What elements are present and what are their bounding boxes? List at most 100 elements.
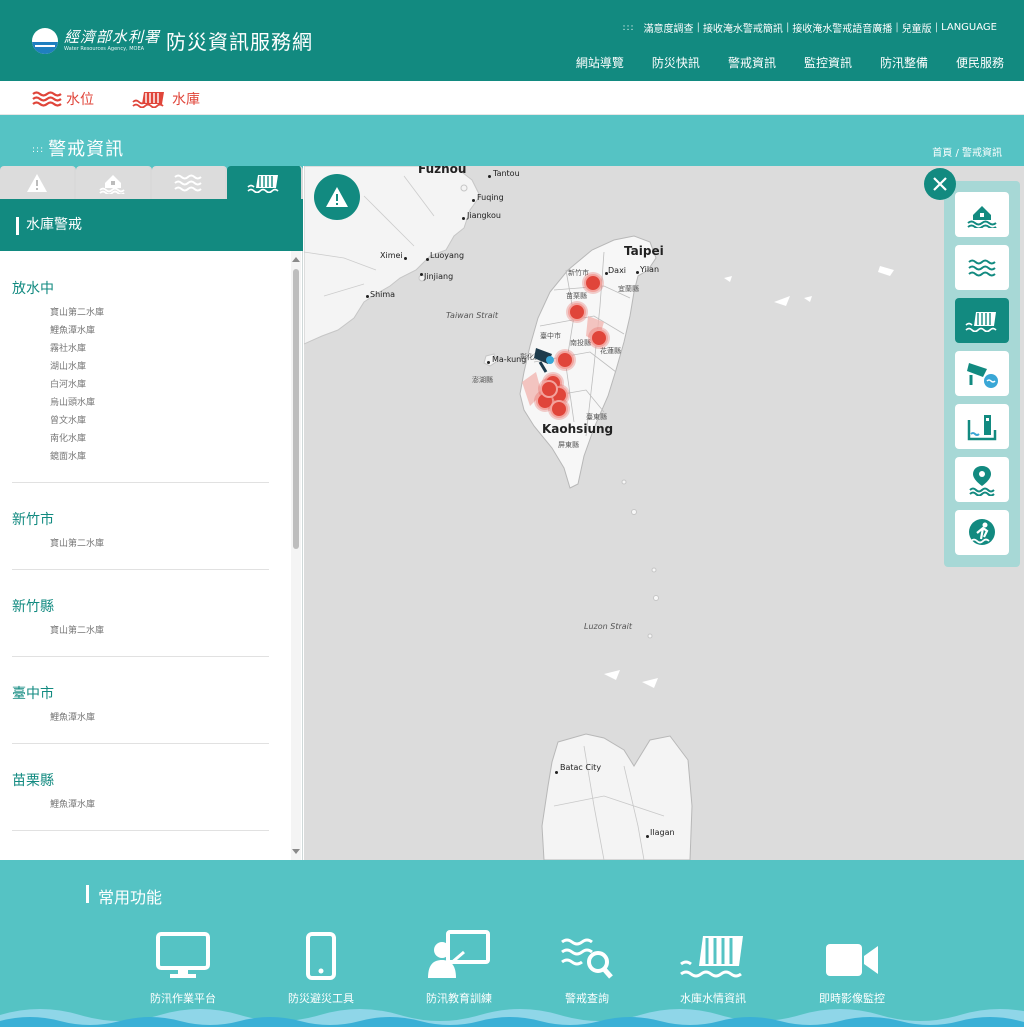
map-label-hualien: 花蓮縣 [600,347,621,355]
main-nav: 網站導覽 防災快訊 警戒資訊 監控資訊 防汛整備 便民服務 [548,54,1004,71]
map-label-taipei: Taipei [624,244,664,258]
map-layer-toolbar [944,181,1020,567]
link-flood-voice[interactable]: 接收淹水警戒語音廣播 [789,20,895,35]
nav-services[interactable]: 便民服務 [956,54,1004,71]
reservoir-item[interactable]: 寶山第二水庫 [12,622,269,640]
reservoir-marker[interactable] [540,380,558,398]
nav-news[interactable]: 防災快訊 [652,54,700,71]
location-pin-flood-icon [969,465,995,496]
presentation-icon [428,930,490,978]
reservoir-item[interactable]: 湖山水庫 [12,358,269,376]
group-title[interactable]: 放水中 [12,278,269,298]
close-icon [933,177,947,191]
reservoir-group: 新竹市 寶山第二水庫 [12,483,269,570]
map-base-layer [304,166,894,860]
agency-name-en: Water Resources Agency, MOEA [64,45,145,52]
footer-title: 常用功能 [86,884,162,908]
alert-map[interactable]: Fuzhou Tantou Fuqing Jiangkou Ximei Luoy… [304,166,1024,860]
map-alert-button[interactable] [314,174,360,220]
map-label-jinjiang: Jinjiang [424,272,454,281]
quick-link-ops-platform[interactable]: 防汛作業平台 [128,924,238,1006]
map-label-nantou: 南投縣 [570,339,591,347]
reservoir-group: 苗栗縣 鯉魚潭水庫 [12,744,269,831]
reservoir-item[interactable]: 鯉魚潭水庫 [12,709,269,727]
quick-link-disaster-tools[interactable]: 防災避災工具 [266,924,376,1006]
reservoir-item[interactable]: 曾文水庫 [12,412,269,430]
reservoir-item[interactable]: 霧社水庫 [12,340,269,358]
tab-water-level-alert[interactable] [151,166,228,199]
link-kids[interactable]: 兒童版 [899,20,935,35]
layer-rescue-button[interactable] [955,510,1009,555]
tab-general-alert[interactable] [0,166,76,199]
group-title[interactable]: 臺中市 [12,683,269,703]
warning-icon [326,187,348,207]
cctv-camera-marker-icon[interactable] [532,344,558,374]
reservoir-marker[interactable] [556,351,574,369]
subnav-water-level[interactable]: 水位 [32,89,94,109]
layer-water-level-button[interactable] [955,245,1009,290]
quick-link-training[interactable]: 防汛教育訓練 [404,924,514,1006]
breadcrumb-home[interactable]: 首頁 [932,148,952,159]
reservoir-item[interactable]: 鯉魚潭水庫 [12,796,269,814]
map-label-fuqing: Fuqing [477,193,504,202]
site-logo[interactable]: 經濟部水利署 Water Resources Agency, MOEA 防災資訊… [32,26,313,55]
quick-link-alert-search[interactable]: 警戒查詢 [532,924,642,1006]
video-camera-icon [826,944,878,976]
map-label-shima: Shima [370,290,396,299]
breadcrumb: 首頁 / 警戒資訊 [932,148,1002,159]
reservoir-item[interactable]: 寶山第二水庫 [12,304,269,322]
page-title-bar: ::: 警戒資訊 首頁 / 警戒資訊 [0,115,1024,166]
common-functions-footer: 常用功能 防汛作業平台 防災避災工具 防汛教育訓練 警戒查詢 水庫水情資訊 即時… [0,860,1024,1027]
menu-dots-icon: ::: [622,22,635,33]
link-flood-sms[interactable]: 接收淹水警戒簡訊 [700,20,786,35]
layer-flood-house-button[interactable] [955,192,1009,237]
map-label-kaohsiung: Kaohsiung [542,422,614,436]
list-scrollbar[interactable] [291,251,301,860]
reservoir-marker[interactable] [568,303,586,321]
map-label-miaoli: 苗栗縣 [566,292,587,300]
quick-link-live-video[interactable]: 即時影像監控 [797,924,907,1006]
map-label-yilan: Yilan [640,265,660,274]
layer-location-button[interactable] [955,457,1009,502]
tab-reservoir-alert[interactable] [227,166,303,199]
flooded-house-icon [98,174,125,194]
reservoir-item[interactable]: 寶山第二水庫 [12,535,269,553]
nav-monitoring[interactable]: 監控資訊 [804,54,852,71]
layer-flood-gate-button[interactable] [955,404,1009,449]
breadcrumb-current: 警戒資訊 [962,148,1002,159]
nav-sitemap[interactable]: 網站導覽 [576,54,624,71]
map-label-tantou: Tantou [493,169,520,178]
reservoir-marker[interactable] [590,329,608,347]
quick-link-reservoir-info[interactable]: 水庫水情資訊 [658,924,768,1006]
reservoir-group: 臺中市 鯉魚潭水庫 [12,657,269,744]
reservoir-item[interactable]: 鯉魚潭水庫 [12,322,269,340]
group-title[interactable]: 新竹縣 [12,596,269,616]
group-title[interactable]: 新竹市 [12,509,269,529]
scroll-down-arrow-icon[interactable] [292,849,300,854]
reservoir-dam-icon [247,174,279,193]
map-label-penghu: 澎湖縣 [472,376,493,384]
reservoir-item[interactable]: 鏡面水庫 [12,448,269,466]
layer-reservoir-button[interactable] [955,298,1009,343]
scroll-up-arrow-icon[interactable] [292,257,300,262]
reservoir-marker[interactable] [550,400,568,418]
subnav-reservoir[interactable]: 水庫 [132,89,200,109]
reservoir-item[interactable]: 烏山頭水庫 [12,394,269,412]
nav-alerts[interactable]: 警戒資訊 [728,54,776,71]
scrollbar-thumb[interactable] [293,269,299,549]
tab-flood-alert[interactable] [75,166,152,199]
layer-cctv-button[interactable] [955,351,1009,396]
reservoir-item[interactable]: 白河水庫 [12,376,269,394]
map-label-batac: Batac City [560,763,602,772]
nav-preparation[interactable]: 防汛整備 [880,54,928,71]
link-satisfaction-survey[interactable]: 滿意度調查 [641,20,697,35]
flooded-house-icon [967,205,997,228]
map-label-luoyang: Luoyang [430,251,465,260]
reservoir-marker[interactable] [584,274,602,292]
reservoir-item[interactable]: 南化水庫 [12,430,269,448]
link-language[interactable]: LANGUAGE [938,22,1000,33]
group-title[interactable]: 苗栗縣 [12,770,269,790]
close-toolbar-button[interactable] [924,168,956,200]
panel-heading: 水庫警戒 [0,199,303,251]
subnav-reservoir-label: 水庫 [172,92,200,108]
